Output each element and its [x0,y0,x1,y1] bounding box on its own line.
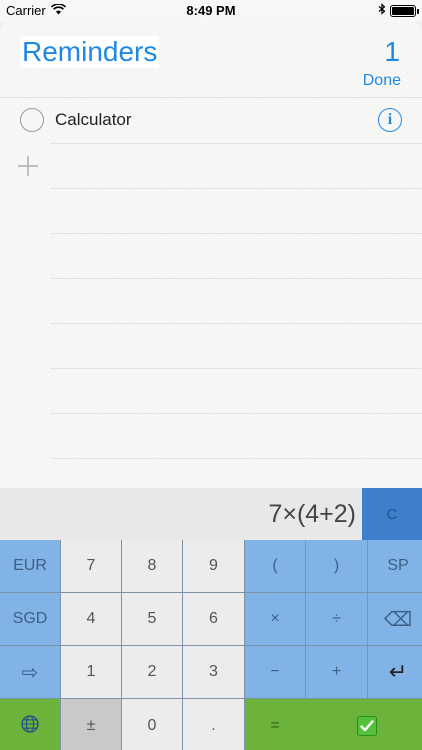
divider [50,188,422,189]
currency-sgd-key[interactable]: SGD [0,593,60,645]
list-item[interactable]: Calculator i [0,98,422,142]
plus-minus-key[interactable]: ± [61,699,121,750]
info-icon[interactable]: i [378,108,402,132]
digit-5-key[interactable]: 5 [122,593,182,645]
divider [50,368,422,369]
digit-2-key[interactable]: 2 [122,646,182,698]
divider [50,323,422,324]
equals-key[interactable]: = [245,699,305,750]
digit-6-key[interactable]: 6 [183,593,244,645]
divider [50,278,422,279]
battery-fill [392,6,414,15]
digit-7-key[interactable]: 7 [61,540,121,592]
confirm-key[interactable] [306,699,422,750]
calculator-display: 7×(4+2) [0,488,362,540]
backspace-key[interactable]: ⌫ [368,593,422,645]
digit-8-key[interactable]: 8 [122,540,182,592]
divider [50,233,422,234]
globe-icon [20,714,40,739]
digit-1-key[interactable]: 1 [61,646,121,698]
digit-4-key[interactable]: 4 [61,593,121,645]
checkmark-icon [357,716,377,736]
insert-key[interactable]: ⇨ [0,646,60,698]
digit-3-key[interactable]: 3 [183,646,244,698]
calculator-keyboard: 7×(4+2) C EUR 7 8 9 ( ) SP SGD 4 5 6 × ÷… [0,488,422,750]
digit-0-key[interactable]: 0 [122,699,182,750]
status-right [378,3,419,18]
bluetooth-icon [378,3,386,18]
done-button[interactable]: Done [363,72,401,90]
digit-9-key[interactable]: 9 [183,540,244,592]
return-key[interactable]: ↵ [368,646,422,698]
decimal-key[interactable]: . [183,699,244,750]
key-grid: EUR 7 8 9 ( ) SP SGD 4 5 6 × ÷ ⌫ ⇨ 1 2 3… [0,540,422,750]
multiply-key[interactable]: × [245,593,305,645]
space-key[interactable]: SP [368,540,422,592]
reminder-count: 1 [384,36,400,67]
battery-icon [390,4,419,17]
clear-key[interactable]: C [362,488,422,540]
reminder-title[interactable]: Calculator [55,110,132,130]
divide-key[interactable]: ÷ [306,593,367,645]
close-paren-key[interactable]: ) [306,540,367,592]
globe-key[interactable] [0,699,60,750]
complete-checkbox[interactable] [20,108,44,132]
reminders-list-panel: Reminders 1 Done Calculator i [0,22,422,488]
open-paren-key[interactable]: ( [245,540,305,592]
status-bar: Carrier 8:49 PM [0,0,422,22]
currency-eur-key[interactable]: EUR [0,540,60,592]
plus-key[interactable]: + [306,646,367,698]
divider [50,458,422,459]
divider [50,413,422,414]
plus-icon[interactable] [16,154,40,178]
minus-key[interactable]: − [245,646,305,698]
list-title: Reminders [20,36,160,68]
status-time: 8:49 PM [186,3,236,18]
divider [50,143,422,144]
